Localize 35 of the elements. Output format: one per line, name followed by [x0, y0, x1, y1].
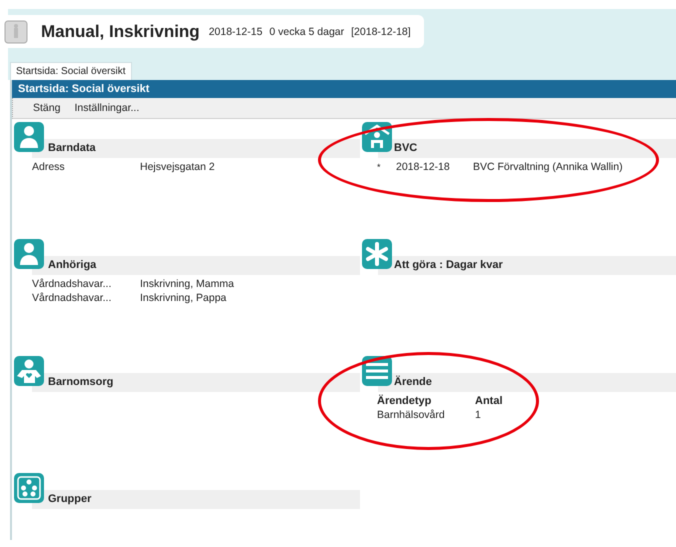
- list-icon: [362, 356, 392, 386]
- dice-icon: [14, 473, 44, 503]
- section-heading: Grupper: [32, 490, 360, 509]
- section-heading: Barndata: [32, 139, 360, 158]
- column-header: Antal: [475, 395, 502, 407]
- date-text: 2018-12-15: [208, 26, 262, 38]
- field-text: Vårdnadshavar...: [32, 278, 112, 290]
- person-icon: [14, 239, 44, 269]
- age-text: 0 vecka 5 dagar: [269, 26, 344, 38]
- field-text: Inskrivning, Mamma: [140, 278, 234, 290]
- field-text: BVC Förvaltning (Annika Wallin): [473, 161, 623, 173]
- field-text: Barnhälsovård: [377, 409, 446, 421]
- field-text: Inskrivning, Pappa: [140, 292, 226, 304]
- section-heading: Ärende: [378, 373, 676, 392]
- panel-title-bar: Startsida: Social översikt: [12, 80, 676, 98]
- record-icon: [4, 20, 28, 44]
- person-icon: [14, 122, 44, 152]
- tab[interactable]: Startsida: Social översikt: [10, 62, 132, 80]
- field-text: Vårdnadshavar...: [32, 292, 112, 304]
- section-heading: BVC: [378, 139, 676, 158]
- field-text: 2018-12-18: [396, 161, 451, 173]
- toolbar-button[interactable]: Stäng: [33, 102, 60, 114]
- due-date-text: [2018-12-18]: [351, 26, 411, 38]
- house-icon: [362, 122, 392, 152]
- asterisk-icon: [362, 239, 392, 269]
- field-text: Hejsvejsgatan 2: [140, 161, 215, 173]
- field-text: Adress: [32, 161, 66, 173]
- patient-name: Manual, Inskrivning: [41, 22, 200, 42]
- bullet-mark: *: [377, 162, 382, 172]
- toolbar-button[interactable]: Inställningar...: [74, 102, 140, 114]
- section-heading: Barnomsorg: [32, 373, 360, 392]
- section-heading: Att göra : Dagar kvar: [378, 256, 676, 275]
- field-text: 1: [475, 409, 481, 421]
- column-header: Ärendetyp: [377, 395, 432, 407]
- section-heading: Anhöriga: [32, 256, 360, 275]
